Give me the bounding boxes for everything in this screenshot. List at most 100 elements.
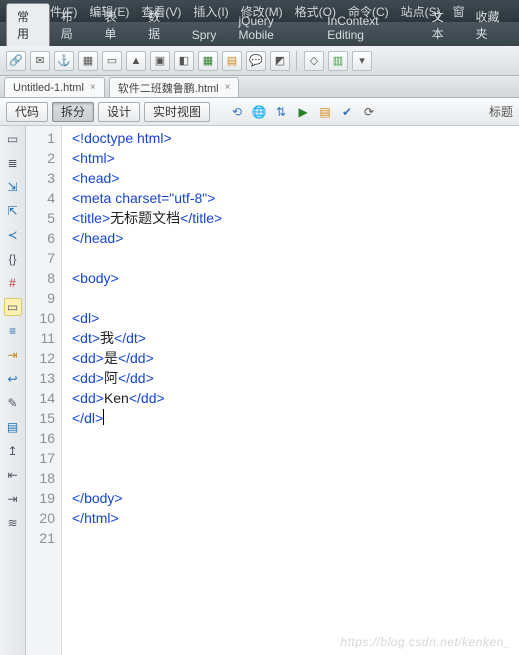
line-number: 11 — [26, 328, 55, 348]
live-code-icon[interactable]: ⟲ — [228, 103, 246, 121]
code-line[interactable] — [72, 448, 519, 468]
close-icon[interactable]: × — [225, 82, 231, 93]
code-line[interactable]: <html> — [72, 148, 519, 168]
tool-hyperlink-icon[interactable]: 🔗 — [6, 51, 26, 71]
insert-toolbar: 🔗 ✉ ⚓ ▦ ▭ ▲ ▣ ◧ ▦ ▤ 💬 ◩ ◇ ▥ ▾ — [0, 46, 519, 76]
code-line[interactable] — [72, 288, 519, 308]
inspect-icon[interactable]: ⇅ — [272, 103, 290, 121]
vt-collapse-full-tag-icon[interactable]: ⇲ — [4, 178, 22, 196]
code-line[interactable]: </body> — [72, 488, 519, 508]
line-number: 7 — [26, 248, 55, 268]
vt-format-source-icon[interactable]: ≋ — [4, 514, 22, 532]
vt-snippets-icon[interactable]: ✎ — [4, 394, 22, 412]
code-line[interactable]: <dd>Ken</dd> — [72, 388, 519, 408]
tool-widget-icon[interactable]: ◧ — [174, 51, 194, 71]
line-number: 18 — [26, 468, 55, 488]
toolbar-separator — [296, 51, 298, 71]
vt-expand-all-icon[interactable]: ⇱ — [4, 202, 22, 220]
vt-open-documents-icon[interactable]: ▭ — [4, 130, 22, 148]
vt-word-wrap-icon[interactable]: ↩ — [4, 370, 22, 388]
tool-email-icon[interactable]: ✉ — [30, 51, 50, 71]
tool-div-icon[interactable]: ▭ — [102, 51, 122, 71]
line-number: 8 — [26, 268, 55, 288]
document-view-bar: 代码拆分设计实时视图 ⟲ 🌐 ⇅ ▶ ▤ ✔ ⟳ 标题 — [0, 98, 519, 126]
validate-icon[interactable]: ✔ — [338, 103, 356, 121]
code-line[interactable]: <head> — [72, 168, 519, 188]
line-number: 19 — [26, 488, 55, 508]
code-line[interactable]: <meta charset="utf-8"> — [72, 188, 519, 208]
vt-line-numbers-icon[interactable]: # — [4, 274, 22, 292]
category-tab-1[interactable]: 布局 — [50, 3, 94, 46]
tool-comment-icon[interactable]: 💬 — [246, 51, 266, 71]
line-number: 21 — [26, 528, 55, 548]
code-editor[interactable]: 123456789101112131415161718192021 <!doct… — [26, 126, 519, 655]
tool-tag-chooser-icon[interactable]: ▾ — [352, 51, 372, 71]
code-line[interactable]: </head> — [72, 228, 519, 248]
view-button-0[interactable]: 代码 — [6, 102, 48, 122]
line-number-gutter: 123456789101112131415161718192021 — [26, 126, 62, 655]
line-number: 6 — [26, 228, 55, 248]
vt-outdent-icon[interactable]: ⇥ — [4, 490, 22, 508]
tool-anchor-icon[interactable]: ⚓ — [54, 51, 74, 71]
code-line[interactable]: <dt>我</dt> — [72, 328, 519, 348]
tool-server-icon[interactable]: ▤ — [222, 51, 242, 71]
code-line[interactable] — [72, 428, 519, 448]
doc-tab-0[interactable]: Untitled-1.html × — [4, 77, 105, 97]
code-content[interactable]: <!doctype html><html><head><meta charset… — [62, 126, 519, 655]
vt-move-up-icon[interactable]: ↥ — [4, 442, 22, 460]
category-tab-2[interactable]: 表单 — [93, 3, 137, 46]
vt-balance-braces-icon[interactable]: {} — [4, 250, 22, 268]
title-label: 标题 — [489, 103, 513, 120]
doc-tab-1[interactable]: 软件二班魏鲁鹏.html× — [109, 77, 240, 97]
category-tab-3[interactable]: 数据 — [137, 3, 181, 46]
line-number: 5 — [26, 208, 55, 228]
code-vertical-toolbar: ▭ ≣ ⇲ ⇱ ≺ {} # ▭ ≡ ⇥ ↩ ✎ ▤ ↥ ⇤ ⇥ ≋ — [0, 126, 26, 655]
main-area: ▭ ≣ ⇲ ⇱ ≺ {} # ▭ ≡ ⇥ ↩ ✎ ▤ ↥ ⇤ ⇥ ≋ 12345… — [0, 126, 519, 655]
file-mgmt-icon[interactable]: ▤ — [316, 103, 334, 121]
line-number: 14 — [26, 388, 55, 408]
tool-date-icon[interactable]: ▦ — [198, 51, 218, 71]
view-button-2[interactable]: 设计 — [98, 102, 140, 122]
category-tab-0[interactable]: 常用 — [6, 3, 50, 46]
vt-highlight-invalid-icon[interactable]: ▭ — [4, 298, 22, 316]
view-button-1[interactable]: 拆分 — [52, 102, 94, 122]
tool-templates-icon[interactable]: ▥ — [328, 51, 348, 71]
vt-select-parent-tag-icon[interactable]: ≺ — [4, 226, 22, 244]
vt-show-code-nav-icon[interactable]: ≣ — [4, 154, 22, 172]
code-line[interactable]: <dd>阿</dd> — [72, 368, 519, 388]
tool-head-icon[interactable]: ◩ — [270, 51, 290, 71]
code-line[interactable] — [72, 528, 519, 548]
category-tab-5[interactable]: jQuery Mobile — [227, 9, 316, 46]
code-line[interactable]: </html> — [72, 508, 519, 528]
code-line[interactable] — [72, 248, 519, 268]
category-tab-4[interactable]: Spry — [181, 23, 228, 46]
code-line[interactable]: <body> — [72, 268, 519, 288]
category-tab-7[interactable]: 文本 — [421, 3, 465, 46]
preview-icon[interactable]: ▶ — [294, 103, 312, 121]
view-button-3[interactable]: 实时视图 — [144, 102, 210, 122]
tool-table-icon[interactable]: ▦ — [78, 51, 98, 71]
close-icon[interactable]: × — [90, 82, 96, 93]
code-line[interactable]: </dl> — [72, 408, 519, 428]
tool-image-icon[interactable]: ▲ — [126, 51, 146, 71]
tool-media-icon[interactable]: ▣ — [150, 51, 170, 71]
vt-auto-indent-icon[interactable]: ⇥ — [4, 346, 22, 364]
code-line[interactable]: <title>无标题文档</title> — [72, 208, 519, 228]
vt-syntax-color-icon[interactable]: ≡ — [4, 322, 22, 340]
category-tab-6[interactable]: InContext Editing — [316, 9, 421, 46]
line-number: 9 — [26, 288, 55, 308]
vt-recent-snippets-icon[interactable]: ▤ — [4, 418, 22, 436]
tool-script-icon[interactable]: ◇ — [304, 51, 324, 71]
code-line[interactable] — [72, 468, 519, 488]
line-number: 10 — [26, 308, 55, 328]
code-line[interactable]: <dd>是</dd> — [72, 348, 519, 368]
doc-tab-label: Untitled-1.html — [13, 82, 84, 94]
view-button-group: 代码拆分设计实时视图 — [6, 102, 210, 122]
vt-indent-icon[interactable]: ⇤ — [4, 466, 22, 484]
menu-item-3[interactable]: 插入(I) — [193, 3, 228, 20]
category-tab-8[interactable]: 收藏夹 — [464, 3, 519, 46]
code-line[interactable]: <dl> — [72, 308, 519, 328]
code-line[interactable]: <!doctype html> — [72, 128, 519, 148]
live-view-options-icon[interactable]: 🌐 — [250, 103, 268, 121]
refresh-icon[interactable]: ⟳ — [360, 103, 378, 121]
